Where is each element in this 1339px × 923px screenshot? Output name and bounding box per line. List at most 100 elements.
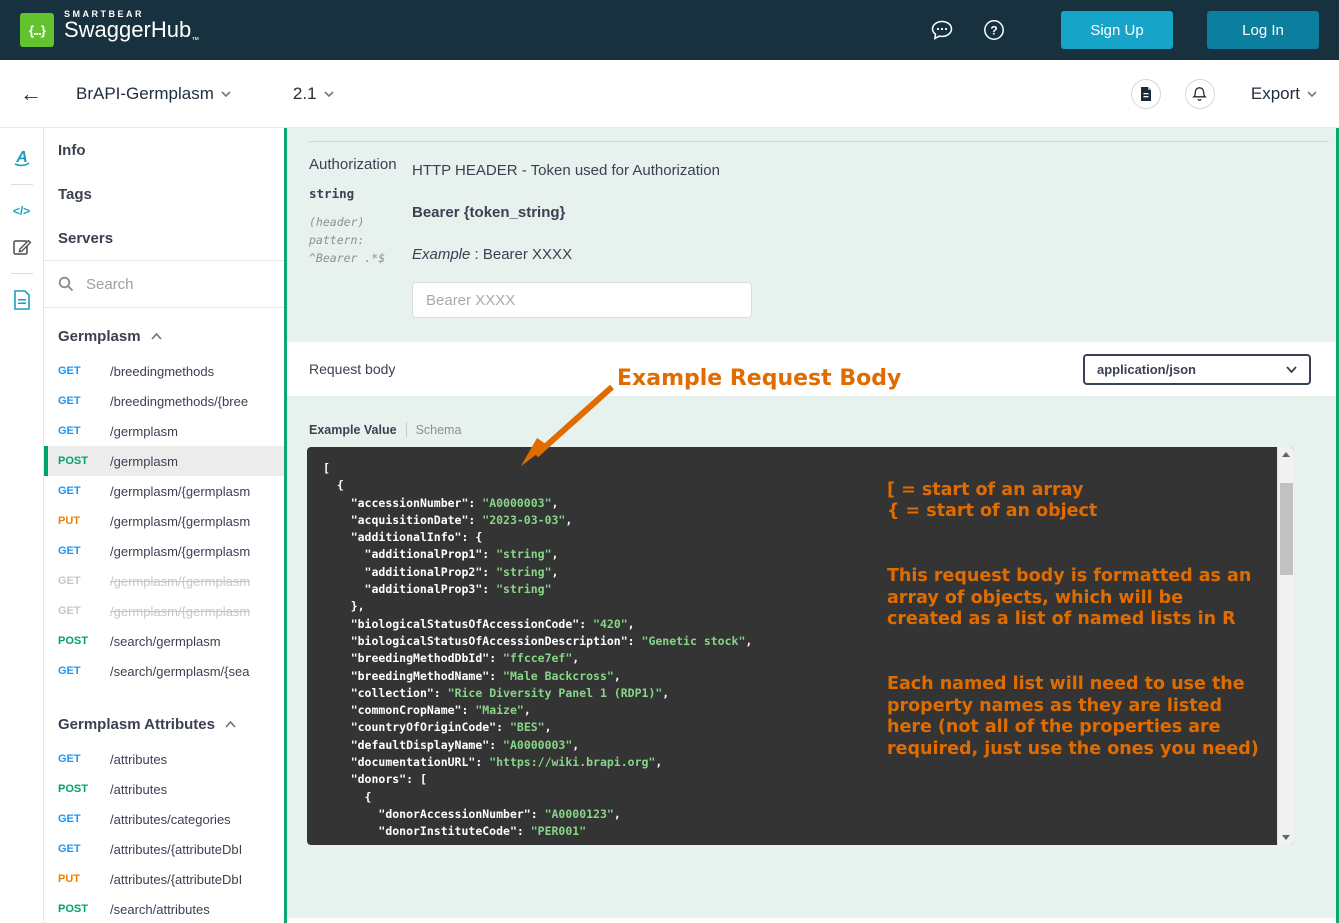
endpoint-row[interactable]: GET/germplasm/{germplasm — [44, 476, 284, 506]
brand-swaggerhub: SwaggerHub™ — [64, 19, 199, 51]
svg-text:?: ? — [990, 23, 997, 37]
divider — [406, 422, 407, 437]
endpoint-path: /search/attributes — [110, 902, 210, 917]
api-name-label: BrAPI-Germplasm — [76, 84, 214, 104]
tab-example-value[interactable]: Example Value — [309, 423, 397, 437]
divider — [44, 307, 284, 308]
annotation-arrow — [520, 381, 624, 469]
endpoint-row[interactable]: GET/germplasm/{germplasm — [44, 596, 284, 626]
endpoint-method: GET — [58, 813, 110, 825]
request-body-label: Request body — [309, 361, 395, 377]
endpoint-row[interactable]: GET/breedingmethods — [44, 356, 284, 386]
sidebar-item-info[interactable]: Info — [44, 128, 284, 172]
endpoint-row[interactable]: PUT/germplasm/{germplasm — [44, 506, 284, 536]
endpoint-row[interactable]: GET/attributes/categories — [44, 804, 284, 834]
endpoint-method: GET — [58, 753, 110, 765]
example-request-body-code: [ { "accessionNumber": "A0000003", "acqu… — [307, 447, 1294, 845]
annotation-notes: [ = start of an array { = start of an ob… — [887, 458, 1287, 804]
endpoint-row[interactable]: POST/attributes — [44, 774, 284, 804]
endpoint-path: /breedingmethods/{bree — [110, 394, 248, 409]
section-title: Germplasm — [58, 328, 141, 345]
code-scrollbar[interactable] — [1277, 447, 1294, 845]
tab-schema[interactable]: Schema — [416, 423, 462, 437]
authorization-token-input[interactable] — [412, 282, 752, 318]
top-navbar: {...} SMARTBEAR SwaggerHub™ ? Sign Up Lo… — [0, 0, 1339, 60]
endpoint-row[interactable]: GET/attributes — [44, 744, 284, 774]
section-header-germplasm-attributes[interactable]: Germplasm Attributes — [44, 704, 284, 744]
endpoint-path: /attributes/{attributeDbI — [110, 872, 242, 887]
next-section-edge — [287, 918, 1336, 923]
endpoint-row[interactable]: GET/search/germplasm/{sea — [44, 656, 284, 686]
annotation-paragraph-2: Each named list will need to use the pro… — [887, 674, 1287, 760]
annotation-legend: [ = start of an array { = start of an ob… — [887, 480, 1287, 523]
smartbear-logo-icon[interactable]: {...} — [20, 13, 54, 47]
endpoint-list-germplasm: GET/breedingmethodsGET/breedingmethods/{… — [44, 356, 284, 686]
notifications-button[interactable] — [1185, 79, 1215, 109]
content-type-select[interactable]: application/json — [1083, 354, 1311, 385]
document-button[interactable] — [1131, 79, 1161, 109]
api-toolbar: ← BrAPI-Germplasm 2.1 Export — [0, 60, 1339, 128]
sidebar-item-tags[interactable]: Tags — [44, 172, 284, 216]
scroll-up-button[interactable] — [1278, 447, 1294, 462]
endpoint-method: GET — [58, 425, 110, 437]
endpoint-path: /germplasm — [110, 454, 178, 469]
help-icon[interactable]: ? — [981, 17, 1007, 43]
endpoint-path: /germplasm/{germplasm — [110, 484, 250, 499]
trademark: ™ — [191, 35, 199, 44]
back-arrow-icon[interactable]: ← — [20, 83, 42, 105]
endpoint-row[interactable]: PUT/attributes/{attributeDbI — [44, 864, 284, 894]
endpoint-row[interactable]: POST/search/attributes — [44, 894, 284, 923]
sidebar-search[interactable]: Search — [44, 261, 284, 307]
export-label: Export — [1251, 84, 1300, 104]
api-name-dropdown[interactable]: BrAPI-Germplasm — [76, 84, 231, 104]
scroll-down-button[interactable] — [1278, 830, 1294, 845]
endpoint-row[interactable]: POST/germplasm — [44, 446, 284, 476]
chat-icon[interactable] — [929, 17, 955, 43]
rail-divider — [11, 273, 33, 274]
endpoint-row[interactable]: GET/germplasm/{germplasm — [44, 566, 284, 596]
endpoint-method: GET — [58, 575, 110, 587]
chevron-down-icon — [324, 91, 334, 97]
documentation-icon[interactable] — [10, 288, 34, 312]
endpoint-method: GET — [58, 395, 110, 407]
endpoint-row[interactable]: GET/germplasm — [44, 416, 284, 446]
endpoint-method: POST — [58, 635, 110, 647]
endpoint-method: GET — [58, 605, 110, 617]
sidebar-item-servers[interactable]: Servers — [44, 216, 284, 260]
log-in-button[interactable]: Log In — [1207, 11, 1319, 49]
icon-rail: A </> — [0, 128, 44, 923]
version-dropdown[interactable]: 2.1 — [293, 84, 334, 104]
endpoints-sidebar: Info Tags Servers Search Germplasm GET/b… — [44, 128, 287, 923]
scrollbar-thumb[interactable] — [1280, 483, 1293, 575]
endpoint-method: PUT — [58, 873, 110, 885]
endpoint-path: /search/germplasm — [110, 634, 221, 649]
endpoint-row[interactable]: GET/germplasm/{germplasm — [44, 536, 284, 566]
body-tabs: Example Value Schema — [309, 422, 1339, 437]
brand[interactable]: SMARTBEAR SwaggerHub™ — [64, 9, 199, 51]
code-editor-icon[interactable]: </> — [10, 199, 34, 223]
section-header-germplasm[interactable]: Germplasm — [44, 316, 284, 356]
endpoint-path: /search/germplasm/{sea — [110, 664, 249, 679]
api-designer-icon[interactable]: A — [10, 146, 34, 170]
endpoint-row[interactable]: POST/search/germplasm — [44, 626, 284, 656]
endpoint-method: GET — [58, 665, 110, 677]
chevron-up-icon — [225, 721, 236, 728]
chevron-up-icon — [151, 333, 162, 340]
document-icon — [1139, 86, 1153, 102]
authorization-description: HTTP HEADER - Token used for Authorizati… — [412, 162, 1299, 179]
authorization-example: Example : Bearer XXXX — [412, 246, 1299, 263]
edit-icon[interactable] — [10, 235, 34, 259]
endpoint-method: GET — [58, 485, 110, 497]
endpoint-list-germplasm-attributes: GET/attributesPOST/attributesGET/attribu… — [44, 744, 284, 923]
export-dropdown[interactable]: Export — [1251, 84, 1317, 104]
rail-divider — [11, 184, 33, 185]
api-doc-main: Authorization string (header)pattern:^Be… — [287, 128, 1339, 923]
endpoint-method: PUT — [58, 515, 110, 527]
endpoint-path: /germplasm/{germplasm — [110, 514, 250, 529]
sign-up-button[interactable]: Sign Up — [1061, 11, 1173, 49]
endpoint-path: /germplasm/{germplasm — [110, 544, 250, 559]
search-icon — [58, 276, 74, 292]
endpoint-row[interactable]: GET/breedingmethods/{bree — [44, 386, 284, 416]
endpoint-row[interactable]: GET/attributes/{attributeDbI — [44, 834, 284, 864]
endpoint-path: /germplasm/{germplasm — [110, 604, 250, 619]
